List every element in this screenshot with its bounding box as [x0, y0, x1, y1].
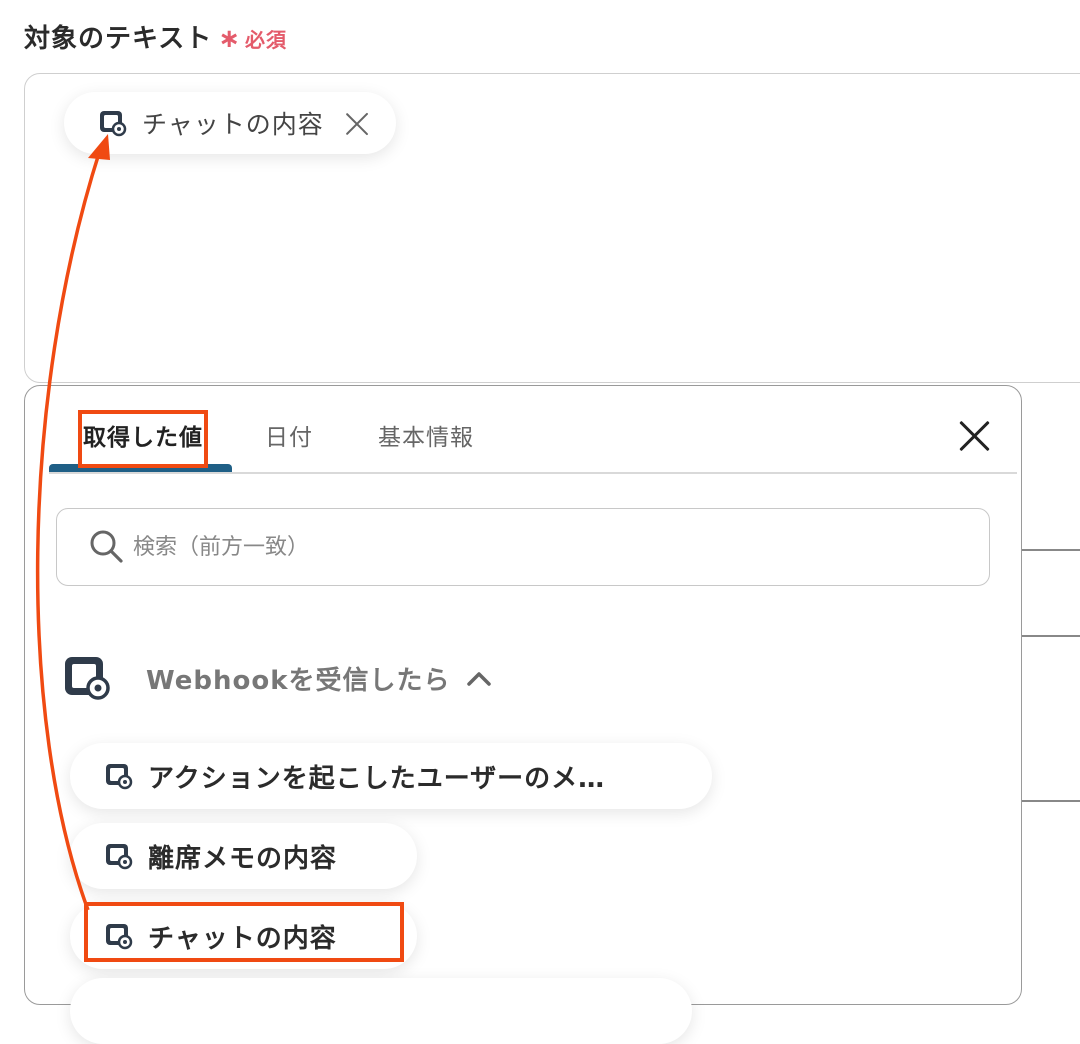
- list-item[interactable]: [70, 978, 692, 1044]
- annotation-arrow: [35, 134, 110, 911]
